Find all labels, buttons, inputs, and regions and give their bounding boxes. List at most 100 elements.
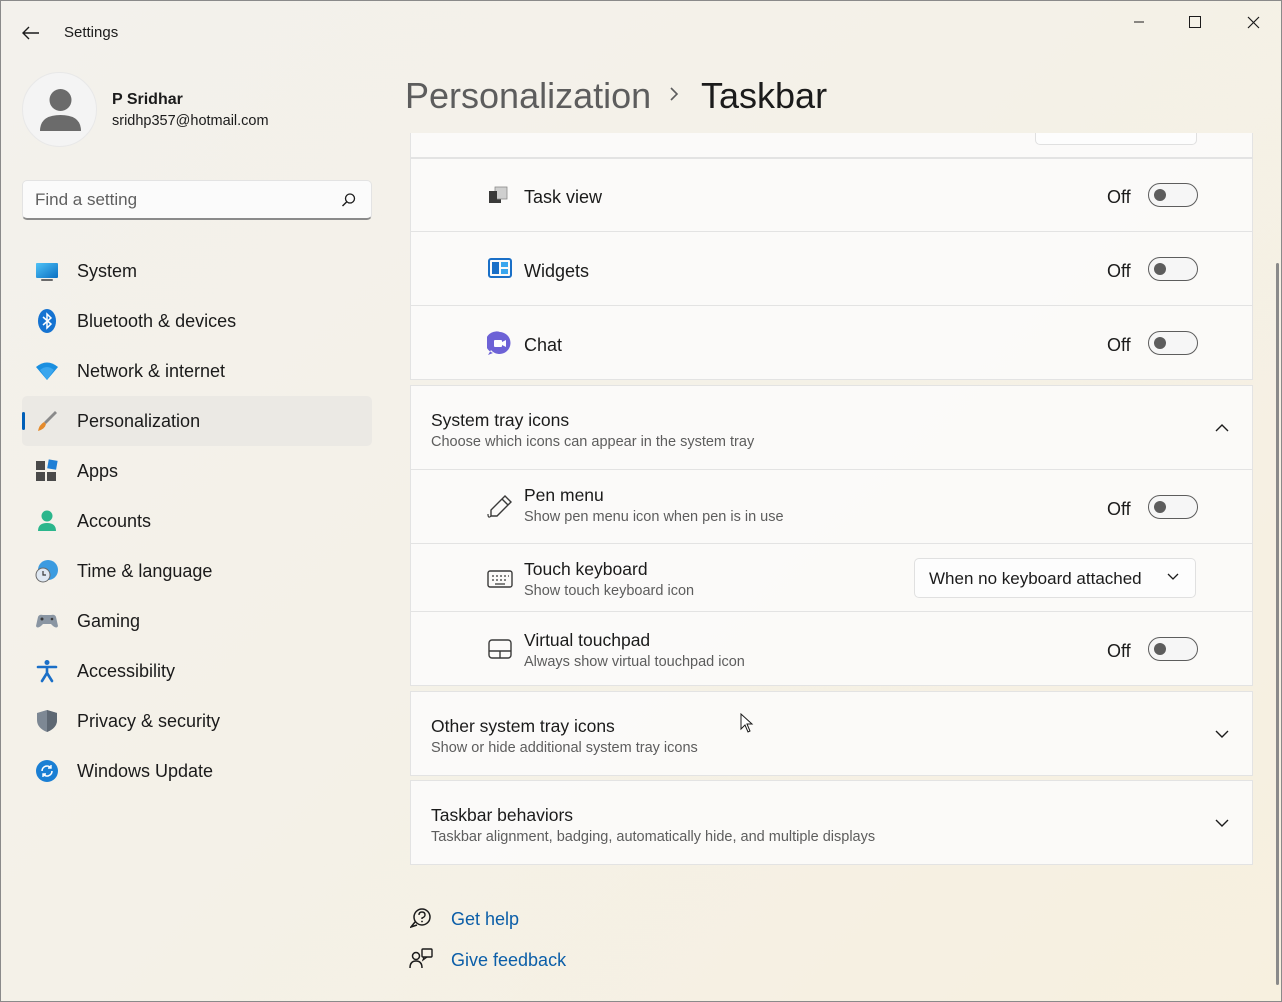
app-title: Settings (64, 24, 119, 41)
breadcrumb-parent[interactable]: Personalization (405, 75, 651, 117)
sidebar-item-time-language[interactable]: Time & language (22, 546, 372, 596)
partial-dropdown[interactable] (1035, 133, 1197, 145)
settings-card-partial (410, 133, 1253, 158)
search-icon[interactable] (341, 192, 357, 208)
system-icon (36, 263, 58, 281)
maximize-button[interactable] (1172, 7, 1218, 37)
user-email: sridhp357@hotmail.com (112, 113, 269, 129)
chevron-down-icon[interactable] (1215, 729, 1229, 739)
minimize-icon (1134, 21, 1144, 23)
sidebar-item-system[interactable]: System (22, 246, 372, 296)
setting-label: Pen menu (524, 485, 604, 505)
touch-keyboard-dropdown[interactable]: When no keyboard attached (914, 558, 1196, 598)
chat-toggle[interactable] (1148, 331, 1198, 355)
sidebar-item-apps[interactable]: Apps (22, 446, 372, 496)
section-subtitle: Choose which icons can appear in the sys… (431, 434, 755, 450)
section-title: Other system tray icons (431, 716, 615, 736)
chevron-down-icon[interactable] (1215, 818, 1229, 828)
task-view-toggle[interactable] (1148, 183, 1198, 207)
sidebar-item-label: Accounts (77, 511, 152, 531)
dropdown-value: When no keyboard attached (929, 569, 1142, 588)
section-title: Taskbar behaviors (431, 805, 574, 825)
toggle-state-label: Off (1107, 499, 1131, 519)
update-icon (36, 760, 58, 782)
toggle-knob (1154, 501, 1166, 513)
sidebar-item-label: Accessibility (77, 661, 176, 681)
chevron-right-icon (670, 87, 679, 101)
sidebar-item-bluetooth[interactable]: Bluetooth & devices (22, 296, 372, 346)
touchpad-icon (488, 639, 512, 659)
gaming-icon (36, 614, 58, 628)
sidebar-item-network[interactable]: Network & internet (22, 346, 372, 396)
title-bar: Settings (1, 1, 1282, 61)
shield-icon (37, 710, 57, 732)
toggle-knob (1154, 643, 1166, 655)
sidebar-item-gaming[interactable]: Gaming (22, 596, 372, 646)
sidebar-item-label: Bluetooth & devices (77, 311, 237, 331)
sidebar-item-label: Apps (77, 461, 119, 481)
get-help-icon (410, 908, 431, 929)
user-avatar-icon (40, 89, 81, 131)
toggle-knob (1154, 189, 1166, 201)
sidebar-item-windows-update[interactable]: Windows Update (22, 746, 372, 796)
chevron-down-icon (1167, 573, 1179, 580)
wifi-icon (36, 362, 58, 380)
setting-sublabel: Show touch keyboard icon (524, 583, 695, 599)
setting-sublabel: Show pen menu icon when pen is in use (524, 509, 784, 525)
get-help-link[interactable]: Get help (451, 909, 519, 930)
virtual-touchpad-toggle[interactable] (1148, 637, 1198, 661)
system-tray-icons-header[interactable]: System tray icons Choose which icons can… (410, 385, 1253, 470)
setting-label: Chat (524, 335, 563, 355)
setting-row-touch-keyboard: Touch keyboard Show touch keyboard icon … (410, 543, 1253, 612)
sidebar-item-label: Network & internet (77, 361, 226, 381)
section-subtitle: Taskbar alignment, badging, automaticall… (431, 829, 876, 845)
chevron-up-icon[interactable] (1215, 423, 1229, 433)
give-feedback-icon (409, 948, 433, 969)
search-input[interactable] (35, 189, 325, 211)
time-language-icon (35, 560, 58, 583)
toggle-knob (1154, 337, 1166, 349)
give-feedback-link[interactable]: Give feedback (451, 950, 566, 971)
taskbar-behaviors-header[interactable]: Taskbar behaviors Taskbar alignment, bad… (410, 780, 1253, 865)
setting-row-virtual-touchpad: Virtual touchpad Always show virtual tou… (410, 611, 1253, 686)
setting-label: Virtual touchpad (524, 630, 651, 650)
accessibility-icon (36, 660, 58, 683)
close-button[interactable] (1230, 7, 1276, 37)
setting-row-task-view: Task view Off (410, 158, 1253, 232)
section-subtitle: Show or hide additional system tray icon… (431, 740, 698, 756)
close-icon (1247, 16, 1259, 28)
toggle-state-label: Off (1107, 261, 1131, 281)
toggle-state-label: Off (1107, 187, 1131, 207)
minimize-button[interactable] (1116, 7, 1162, 37)
setting-label: Widgets (524, 261, 590, 281)
pen-menu-toggle[interactable] (1148, 495, 1198, 519)
avatar[interactable] (22, 72, 97, 147)
widgets-icon (488, 258, 512, 278)
user-name: P Sridhar (112, 91, 183, 108)
keyboard-icon (487, 570, 513, 588)
section-title: System tray icons (431, 410, 570, 430)
sidebar-item-personalization[interactable]: Personalization (22, 396, 372, 446)
setting-label: Touch keyboard (524, 559, 648, 579)
setting-sublabel: Always show virtual touchpad icon (524, 654, 745, 670)
search-box[interactable] (22, 180, 372, 220)
sidebar-item-privacy[interactable]: Privacy & security (22, 696, 372, 746)
sidebar-item-label: Personalization (77, 411, 201, 431)
pen-icon (487, 495, 512, 518)
page-title: Taskbar (701, 75, 828, 116)
sidebar-item-accounts[interactable]: Accounts (22, 496, 372, 546)
back-arrow-icon (22, 26, 39, 40)
sidebar-item-label: System (77, 261, 138, 281)
maximize-icon (1189, 16, 1201, 28)
toggle-state-label: Off (1107, 335, 1131, 355)
sidebar-item-label: Windows Update (77, 761, 214, 781)
scrollbar[interactable] (1276, 263, 1279, 985)
other-system-tray-icons-header[interactable]: Other system tray icons Show or hide add… (410, 691, 1253, 776)
sidebar-item-accessibility[interactable]: Accessibility (22, 646, 372, 696)
apps-icon (36, 459, 58, 481)
settings-content: Task view Off Widgets Off Chat Off Syste… (410, 133, 1253, 1002)
widgets-toggle[interactable] (1148, 257, 1198, 281)
chat-icon (487, 331, 511, 355)
task-view-icon (489, 186, 508, 203)
back-button[interactable] (15, 19, 47, 47)
